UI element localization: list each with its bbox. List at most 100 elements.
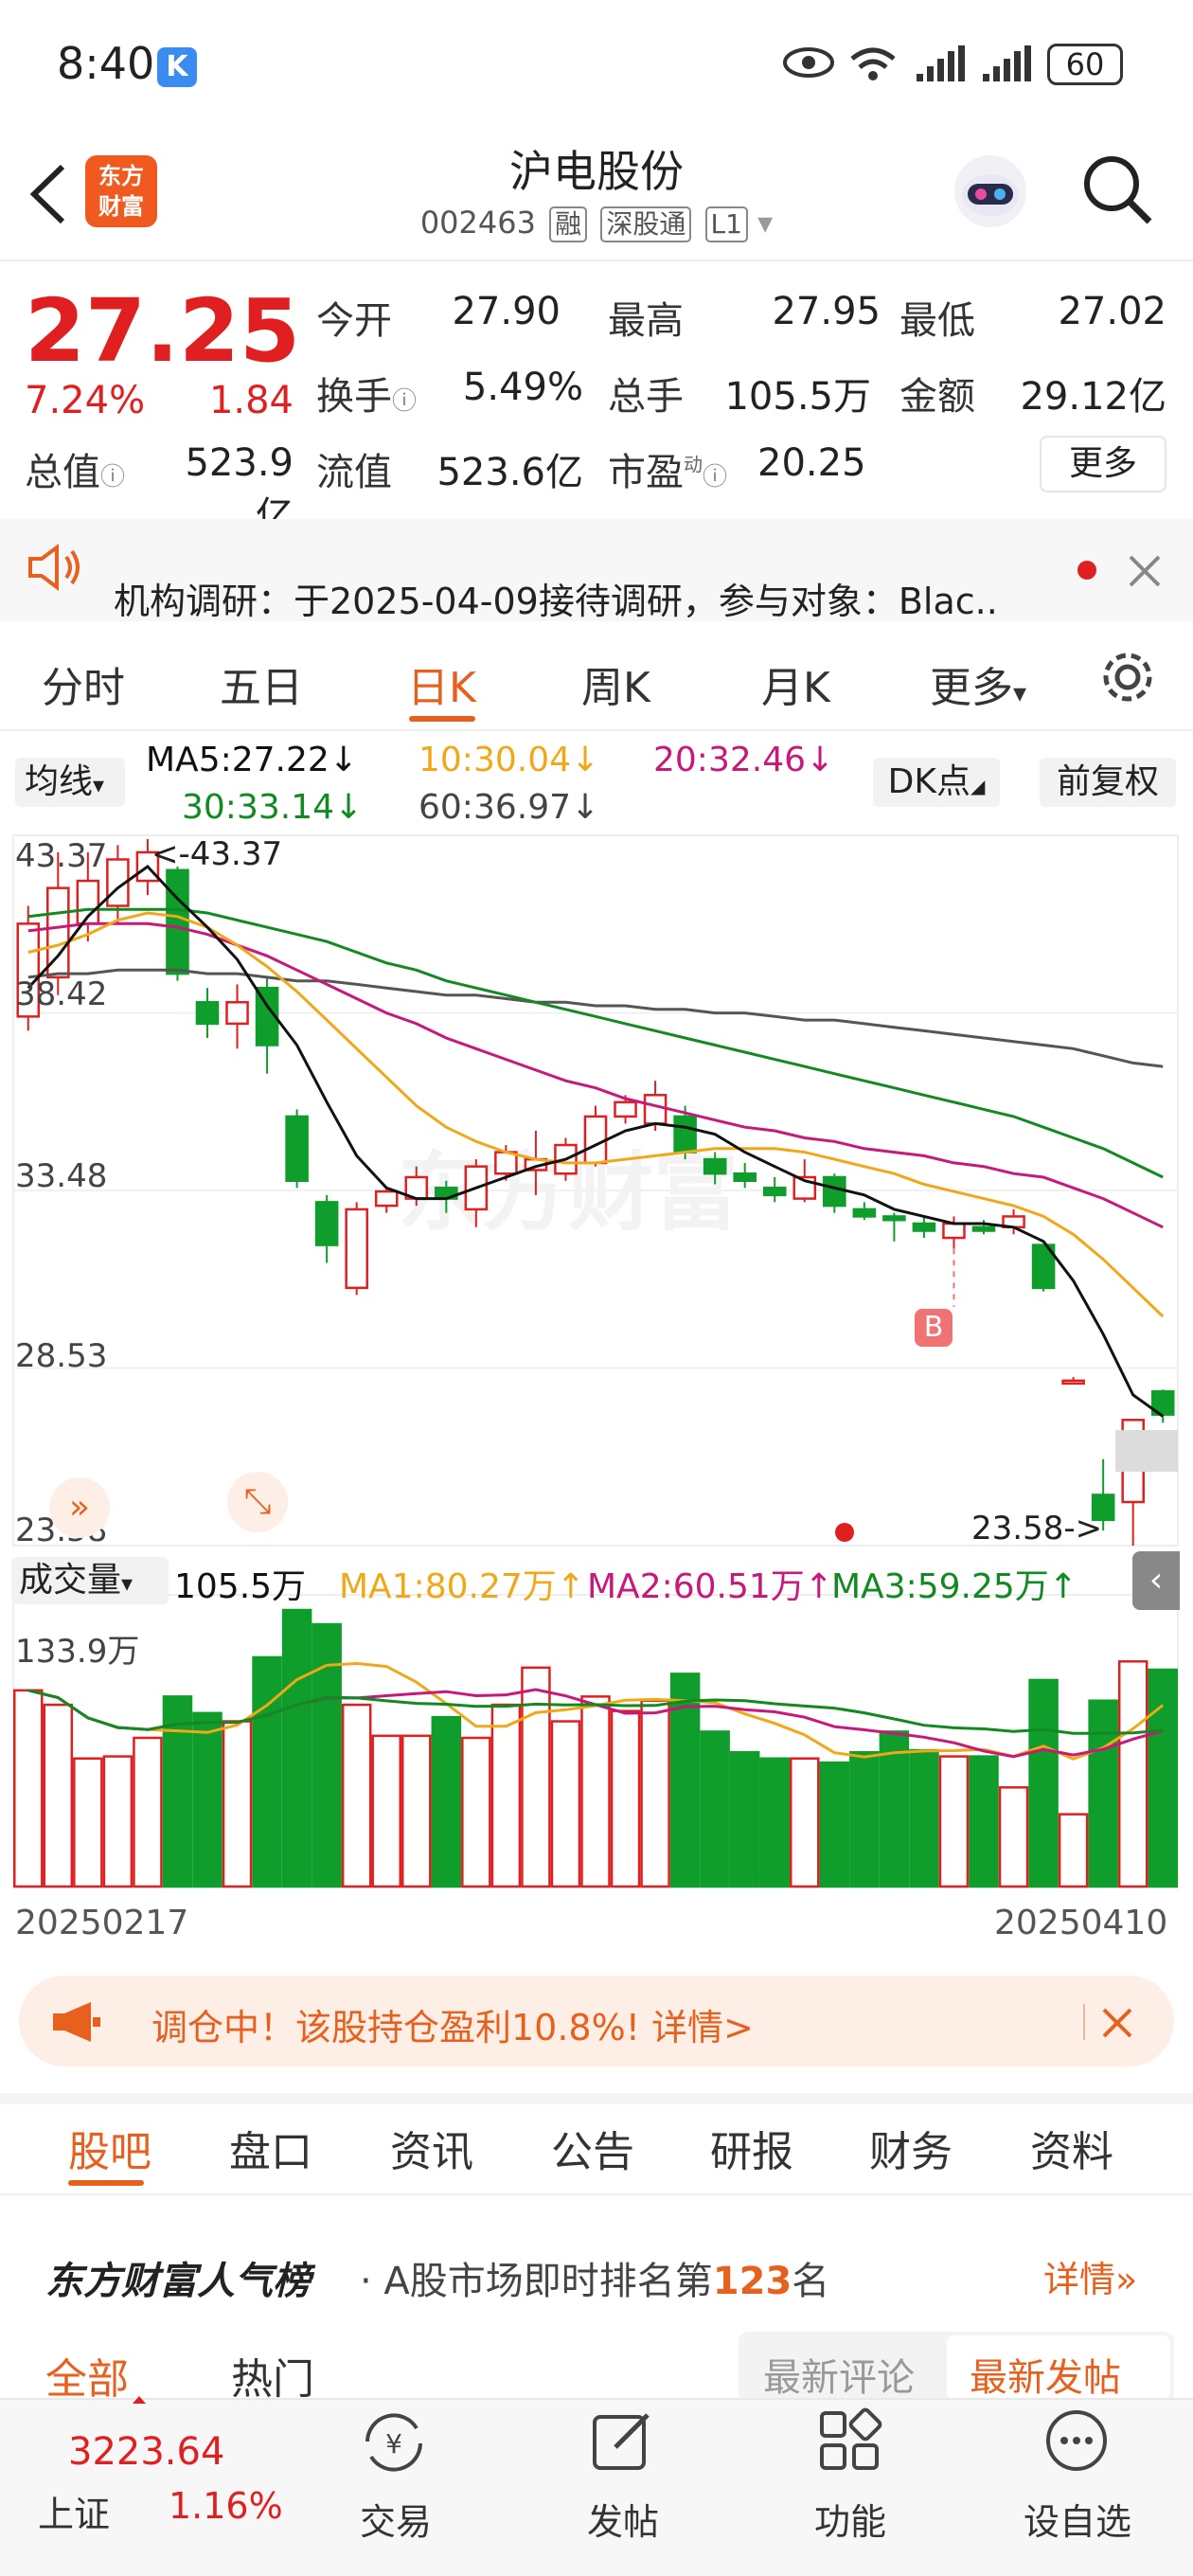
tab-daily-k[interactable]: 日K (407, 653, 476, 714)
dk-point-button[interactable]: DK点◢ (873, 758, 1000, 807)
tab-orderbook[interactable]: 盘口 (229, 2118, 312, 2178)
candle-body (583, 1115, 608, 1165)
chevron-down-icon: ▾ (1013, 677, 1027, 708)
grid-function-icon[interactable] (816, 2407, 882, 2474)
tab-finance[interactable]: 财务 (869, 2118, 953, 2178)
volume-bar (938, 1755, 970, 1888)
tab-monthly-k[interactable]: 月K (761, 653, 830, 714)
end-date: 20250410 (994, 1904, 1168, 1942)
collapse-panel-icon[interactable]: ‹ (1132, 1551, 1180, 1610)
edit-post-icon[interactable] (587, 2407, 659, 2474)
candle-body (852, 1208, 877, 1218)
low-annotation: 23.58-> (971, 1510, 1103, 1547)
volume-bar (640, 1699, 670, 1888)
volume-bar (759, 1757, 790, 1888)
candle-body (195, 1001, 220, 1026)
chevron-down-icon: ▾ (93, 772, 105, 798)
tab-announcement[interactable]: 公告 (551, 2118, 634, 2178)
tab-intraday[interactable]: 分时 (42, 653, 125, 714)
index-name[interactable]: 上证 (38, 2485, 110, 2537)
divider (0, 259, 1193, 261)
info-icon[interactable]: ⓘ (392, 387, 417, 416)
ranking-detail-link[interactable]: 详情» (1043, 2250, 1137, 2302)
gear-icon[interactable] (1098, 648, 1157, 707)
sort-latest-comment[interactable]: 最新评论 (763, 2347, 915, 2402)
vol-ma1-label: MA1:80.27万↑ (339, 1567, 585, 1606)
ranking-detail-label: 详情 (1043, 2259, 1116, 2300)
subtab-all[interactable]: 全部 (45, 2345, 129, 2406)
volume-bar (550, 1720, 581, 1888)
robot-assistant-icon[interactable] (951, 152, 1030, 231)
volume-axis-max: 133.9万 (15, 1633, 140, 1671)
candle-body (882, 1215, 906, 1222)
more-button[interactable]: 更多 (1040, 436, 1166, 492)
active-tab-underline (68, 2180, 144, 2186)
volume-bar (998, 1786, 1029, 1888)
float-value: 523.6亿 (436, 451, 583, 494)
buy-marker[interactable]: B (915, 1309, 953, 1347)
close-icon[interactable] (1127, 553, 1163, 589)
chevron-down-icon: ▾ (121, 1570, 134, 1597)
nav-watchlist[interactable]: 设自选 (992, 2493, 1163, 2545)
last-price: 27.25 (25, 280, 301, 382)
subtab-hot[interactable]: 热门 (231, 2345, 314, 2406)
volume-bar (461, 1736, 491, 1888)
nav-function[interactable]: 功能 (765, 2493, 935, 2545)
more-options-icon[interactable] (1043, 2407, 1110, 2474)
signal-icon (917, 45, 965, 81)
info-icon[interactable]: ⓘ (703, 463, 727, 492)
volume-bar (790, 1757, 820, 1888)
volume-bar (521, 1666, 551, 1888)
nav-trade[interactable]: 交易 (311, 2493, 481, 2545)
sort-latest-post[interactable]: 最新发帖 (970, 2347, 1121, 2402)
tab-news[interactable]: 资讯 (390, 2118, 473, 2178)
volume-bar (490, 1703, 522, 1888)
change-amount: 1.84 (208, 379, 294, 422)
turnover-label: 换手ⓘ (316, 366, 417, 420)
kline-chart[interactable]: 东方财富 (0, 824, 1193, 1923)
info-icon[interactable]: ⓘ (100, 463, 125, 492)
candle-body (166, 868, 189, 975)
low-label: 最低 (899, 299, 975, 343)
popularity-ranking[interactable]: 东方财富人气榜 · A股市场即时排名第123名 详情» (0, 2227, 1193, 2322)
ma60-label: 60:36.97↓ (418, 788, 600, 827)
candle-body (703, 1157, 727, 1175)
tab-guba[interactable]: 股吧 (68, 2118, 151, 2178)
tab-profile[interactable]: 资料 (1030, 2118, 1113, 2178)
tag-connect: 深股通 (600, 206, 692, 242)
indicator-selector[interactable]: 均线▾ (15, 758, 125, 807)
open-label: 今开 (316, 299, 392, 343)
notice-text: 调仓中！该股持仓盈利10.8%! 详情> (151, 2007, 754, 2048)
volume-bar (580, 1695, 611, 1888)
unread-dot (1077, 561, 1096, 580)
trade-icon[interactable]: ¥ (358, 2409, 430, 2476)
index-value[interactable]: 3223.64 (68, 2430, 224, 2474)
volume-bar (969, 1755, 999, 1888)
nav-post[interactable]: 发帖 (538, 2493, 708, 2545)
tab-more[interactable]: 更多▾ (930, 653, 1026, 714)
close-icon[interactable] (1100, 2006, 1134, 2040)
candle-body (643, 1094, 668, 1125)
volume-bar (1148, 1668, 1178, 1888)
ranking-text-pre: · A股市场即时排名第 (360, 2260, 713, 2303)
candle-body (673, 1115, 697, 1154)
separator (1083, 2004, 1085, 2040)
volume-bar (700, 1730, 730, 1888)
volume-bar (341, 1703, 372, 1888)
tab-research[interactable]: 研报 (710, 2118, 793, 2178)
tab-five-day[interactable]: 五日 (220, 653, 303, 714)
tab-weekly-k[interactable]: 周K (581, 653, 650, 714)
pe-label-text: 市盈 (608, 451, 684, 494)
event-dot (835, 1523, 854, 1542)
ranking-text-post: 名 (792, 2260, 830, 2303)
vol-ma2-label: MA2:60.51万↑ (587, 1567, 833, 1606)
volume-value-label: 105.5万 (174, 1567, 307, 1606)
search-icon[interactable] (1079, 152, 1155, 227)
adjust-button[interactable]: 前复权 (1040, 758, 1176, 807)
fullscreen-icon[interactable]: ⤡ (227, 1472, 288, 1532)
pe-value: 20.25 (757, 441, 866, 485)
battery-icon: 60 (1047, 44, 1123, 85)
double-chevron-icon: » (1115, 2259, 1138, 2300)
volume-indicator-selector[interactable]: 成交量▾ (11, 1557, 169, 1604)
expand-icon[interactable]: » (49, 1477, 110, 1538)
